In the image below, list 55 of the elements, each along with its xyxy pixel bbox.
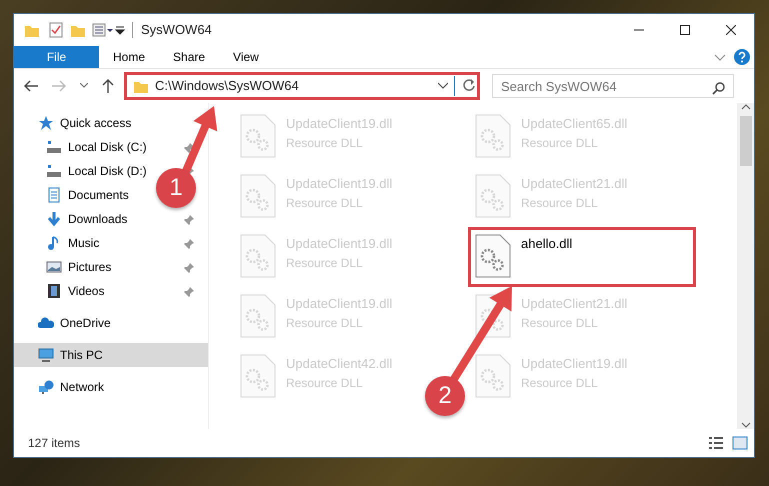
maximize-icon (680, 25, 690, 35)
help-icon[interactable] (734, 49, 750, 65)
nav-item[interactable]: Quick access (14, 111, 140, 135)
dll-file-icon (240, 114, 276, 158)
item-count: 127 items (28, 435, 80, 452)
callout-number: 1 (156, 168, 196, 208)
dll-file-icon (475, 114, 511, 158)
picture-icon (46, 259, 62, 275)
search-field[interactable]: Search SysWOW64 (492, 74, 734, 98)
annotation-arrow (182, 106, 218, 175)
computer-icon (38, 347, 54, 363)
scroll-down-icon[interactable] (740, 421, 750, 429)
nav-item[interactable]: Local Disk (C:) (14, 135, 208, 159)
dll-file-icon (240, 174, 276, 218)
nav-item[interactable]: Music (14, 231, 208, 255)
download-icon (46, 211, 62, 227)
close-icon (726, 25, 736, 35)
drive-icon (46, 139, 62, 155)
dll-file-icon (240, 354, 276, 398)
scrollbar-thumb[interactable] (740, 116, 752, 166)
refresh-icon[interactable] (461, 78, 477, 94)
nav-item[interactable]: Network (14, 375, 112, 399)
nav-item[interactable]: This PC (14, 343, 208, 367)
drive-icon (46, 163, 62, 179)
nav-item[interactable]: Pictures (14, 255, 208, 279)
properties-icon[interactable] (48, 22, 64, 38)
large-icons-view-icon[interactable] (732, 436, 748, 450)
details-view-icon[interactable] (708, 436, 724, 450)
dropdown-icon[interactable] (438, 82, 448, 90)
file-menu-tab[interactable]: File (14, 46, 99, 68)
dll-file-icon (475, 174, 511, 218)
search-icon (712, 80, 726, 95)
dll-file-icon (475, 234, 511, 278)
ribbon-tab[interactable]: View (219, 46, 273, 68)
dll-file-icon (475, 354, 511, 398)
nav-item[interactable]: Downloads (14, 207, 208, 231)
film-icon (46, 283, 62, 299)
file-name: ahello.dll (521, 235, 572, 253)
network-icon (38, 379, 54, 395)
view-options-icon[interactable] (92, 22, 114, 38)
cloud-icon (38, 315, 54, 331)
scroll-up-icon[interactable] (740, 103, 750, 111)
ribbon-tab[interactable]: Home (99, 46, 160, 68)
ribbon-tab[interactable]: Share (159, 46, 220, 68)
callout-number: 2 (425, 376, 465, 416)
dll-file-icon (240, 294, 276, 338)
star-icon (38, 115, 54, 131)
nav-item[interactable]: OneDrive (14, 311, 119, 335)
file-item[interactable]: ahello.dll (468, 227, 696, 287)
nav-item[interactable]: Videos (14, 279, 208, 303)
dll-file-icon (240, 234, 276, 278)
address-path: C:\Windows\SysWOW64 (155, 77, 300, 96)
window-title: SysWOW64 (141, 21, 212, 40)
address-bar[interactable]: C:\Windows\SysWOW64 (124, 72, 480, 100)
document-icon (46, 187, 62, 203)
